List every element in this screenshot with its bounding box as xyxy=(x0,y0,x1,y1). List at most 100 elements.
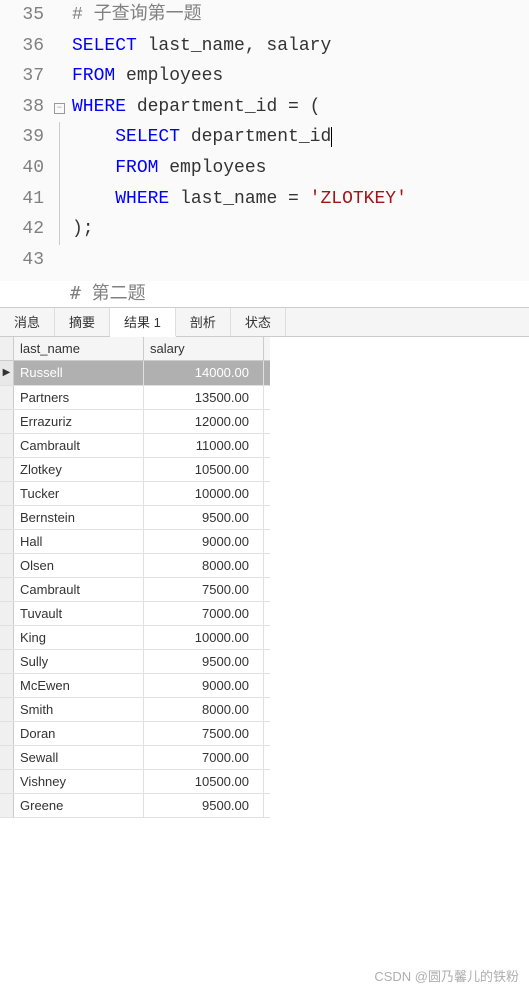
cell-salary[interactable]: 9500.00 xyxy=(144,650,264,673)
table-row[interactable]: Cambrault7500.00 xyxy=(0,578,270,602)
cell-salary[interactable]: 9000.00 xyxy=(144,530,264,553)
code-content[interactable]: WHERE last_name = 'ZLOTKEY' xyxy=(72,184,407,215)
table-row[interactable]: ▶Russell14000.00 xyxy=(0,361,270,386)
table-row[interactable]: Sully9500.00 xyxy=(0,650,270,674)
row-marker xyxy=(0,722,14,745)
tab-1[interactable]: 摘要 xyxy=(55,308,110,336)
table-row[interactable]: Sewall7000.00 xyxy=(0,746,270,770)
table-row[interactable]: Hall9000.00 xyxy=(0,530,270,554)
cell-last-name[interactable]: Errazuriz xyxy=(14,410,144,433)
code-line[interactable]: 35# 子查询第一题 xyxy=(0,0,529,31)
cell-last-name[interactable]: Cambrault xyxy=(14,434,144,457)
cell-salary[interactable]: 8000.00 xyxy=(144,698,264,721)
fold-gutter xyxy=(54,31,72,62)
cell-salary[interactable]: 8000.00 xyxy=(144,554,264,577)
cell-last-name[interactable]: Smith xyxy=(14,698,144,721)
cell-last-name[interactable]: Cambrault xyxy=(14,578,144,601)
table-row[interactable]: Tucker10000.00 xyxy=(0,482,270,506)
cell-salary[interactable]: 9500.00 xyxy=(144,506,264,529)
sql-editor[interactable]: 35# 子查询第一题36SELECT last_name, salary37FR… xyxy=(0,0,529,281)
cell-last-name[interactable]: Partners xyxy=(14,386,144,409)
cell-last-name[interactable]: Bernstein xyxy=(14,506,144,529)
tab-0[interactable]: 消息 xyxy=(0,308,55,336)
code-line[interactable]: 37FROM employees xyxy=(0,61,529,92)
cell-salary[interactable]: 7500.00 xyxy=(144,722,264,745)
code-line[interactable]: 39 SELECT department_id xyxy=(0,122,529,153)
code-content[interactable]: FROM employees xyxy=(72,153,266,184)
fold-minus-icon[interactable]: − xyxy=(54,103,65,114)
fold-gutter[interactable]: − xyxy=(54,92,72,123)
cell-last-name[interactable]: Sully xyxy=(14,650,144,673)
row-marker-header xyxy=(0,337,14,360)
code-line[interactable]: 41 WHERE last_name = 'ZLOTKEY' xyxy=(0,184,529,215)
cell-salary[interactable]: 9000.00 xyxy=(144,674,264,697)
tab-2[interactable]: 结果 1 xyxy=(110,308,176,337)
cell-salary[interactable]: 7000.00 xyxy=(144,746,264,769)
cell-salary[interactable]: 11000.00 xyxy=(144,434,264,457)
table-row[interactable]: Vishney10500.00 xyxy=(0,770,270,794)
column-header-last-name[interactable]: last_name xyxy=(14,337,144,360)
cell-last-name[interactable]: Tucker xyxy=(14,482,144,505)
cell-salary[interactable]: 14000.00 xyxy=(144,361,264,385)
code-content[interactable]: FROM employees xyxy=(72,61,223,92)
cell-salary[interactable]: 7000.00 xyxy=(144,602,264,625)
cell-last-name[interactable]: Zlotkey xyxy=(14,458,144,481)
cell-salary[interactable]: 10500.00 xyxy=(144,458,264,481)
code-line[interactable]: 43 xyxy=(0,245,529,276)
line-number: 42 xyxy=(0,214,54,245)
cell-last-name[interactable]: Doran xyxy=(14,722,144,745)
row-marker xyxy=(0,554,14,577)
cell-last-name[interactable]: Greene xyxy=(14,794,144,817)
cell-last-name[interactable]: King xyxy=(14,626,144,649)
code-line[interactable]: 42); xyxy=(0,214,529,245)
table-row[interactable]: Partners13500.00 xyxy=(0,386,270,410)
cell-salary[interactable]: 9500.00 xyxy=(144,794,264,817)
cell-last-name[interactable]: Russell xyxy=(14,361,144,385)
table-row[interactable]: Smith8000.00 xyxy=(0,698,270,722)
cell-salary[interactable]: 10000.00 xyxy=(144,626,264,649)
fold-gutter xyxy=(54,184,72,215)
table-row[interactable]: King10000.00 xyxy=(0,626,270,650)
row-marker xyxy=(0,482,14,505)
table-row[interactable]: Cambrault11000.00 xyxy=(0,434,270,458)
cell-last-name[interactable]: Vishney xyxy=(14,770,144,793)
cell-salary[interactable]: 10500.00 xyxy=(144,770,264,793)
cell-salary[interactable]: 13500.00 xyxy=(144,386,264,409)
row-marker xyxy=(0,770,14,793)
cell-last-name[interactable]: Sewall xyxy=(14,746,144,769)
tab-4[interactable]: 状态 xyxy=(231,308,286,336)
code-content[interactable]: SELECT department_id xyxy=(72,122,332,153)
table-row[interactable]: Olsen8000.00 xyxy=(0,554,270,578)
table-row[interactable]: Zlotkey10500.00 xyxy=(0,458,270,482)
token-kw: WHERE xyxy=(115,189,169,209)
table-row[interactable]: Greene9500.00 xyxy=(0,794,270,818)
cell-last-name[interactable]: McEwen xyxy=(14,674,144,697)
cell-last-name[interactable]: Olsen xyxy=(14,554,144,577)
result-tabs: 消息摘要结果 1剖析状态 xyxy=(0,307,529,337)
table-row[interactable]: Tuvault7000.00 xyxy=(0,602,270,626)
table-row[interactable]: Bernstein9500.00 xyxy=(0,506,270,530)
table-row[interactable]: Doran7500.00 xyxy=(0,722,270,746)
tab-3[interactable]: 剖析 xyxy=(176,308,231,336)
column-header-salary[interactable]: salary xyxy=(144,337,264,360)
code-content[interactable]: SELECT last_name, salary xyxy=(72,31,331,62)
code-line[interactable]: 38−WHERE department_id = ( xyxy=(0,92,529,123)
row-marker xyxy=(0,602,14,625)
fold-guide xyxy=(59,214,72,245)
cell-salary[interactable]: 12000.00 xyxy=(144,410,264,433)
cell-last-name[interactable]: Hall xyxy=(14,530,144,553)
results-grid[interactable]: last_name salary ▶Russell14000.00Partner… xyxy=(0,337,270,818)
table-row[interactable]: McEwen9000.00 xyxy=(0,674,270,698)
code-content[interactable]: # 子查询第一题 xyxy=(72,0,202,31)
results-header: last_name salary xyxy=(0,337,270,361)
cell-salary[interactable]: 7500.00 xyxy=(144,578,264,601)
token-ident: last_name = xyxy=(169,189,309,209)
code-line[interactable]: 36SELECT last_name, salary xyxy=(0,31,529,62)
fold-guide xyxy=(59,184,72,215)
table-row[interactable]: Errazuriz12000.00 xyxy=(0,410,270,434)
code-content[interactable]: WHERE department_id = ( xyxy=(72,92,320,123)
code-content[interactable]: ); xyxy=(72,214,94,245)
cell-last-name[interactable]: Tuvault xyxy=(14,602,144,625)
code-line[interactable]: 40 FROM employees xyxy=(0,153,529,184)
cell-salary[interactable]: 10000.00 xyxy=(144,482,264,505)
